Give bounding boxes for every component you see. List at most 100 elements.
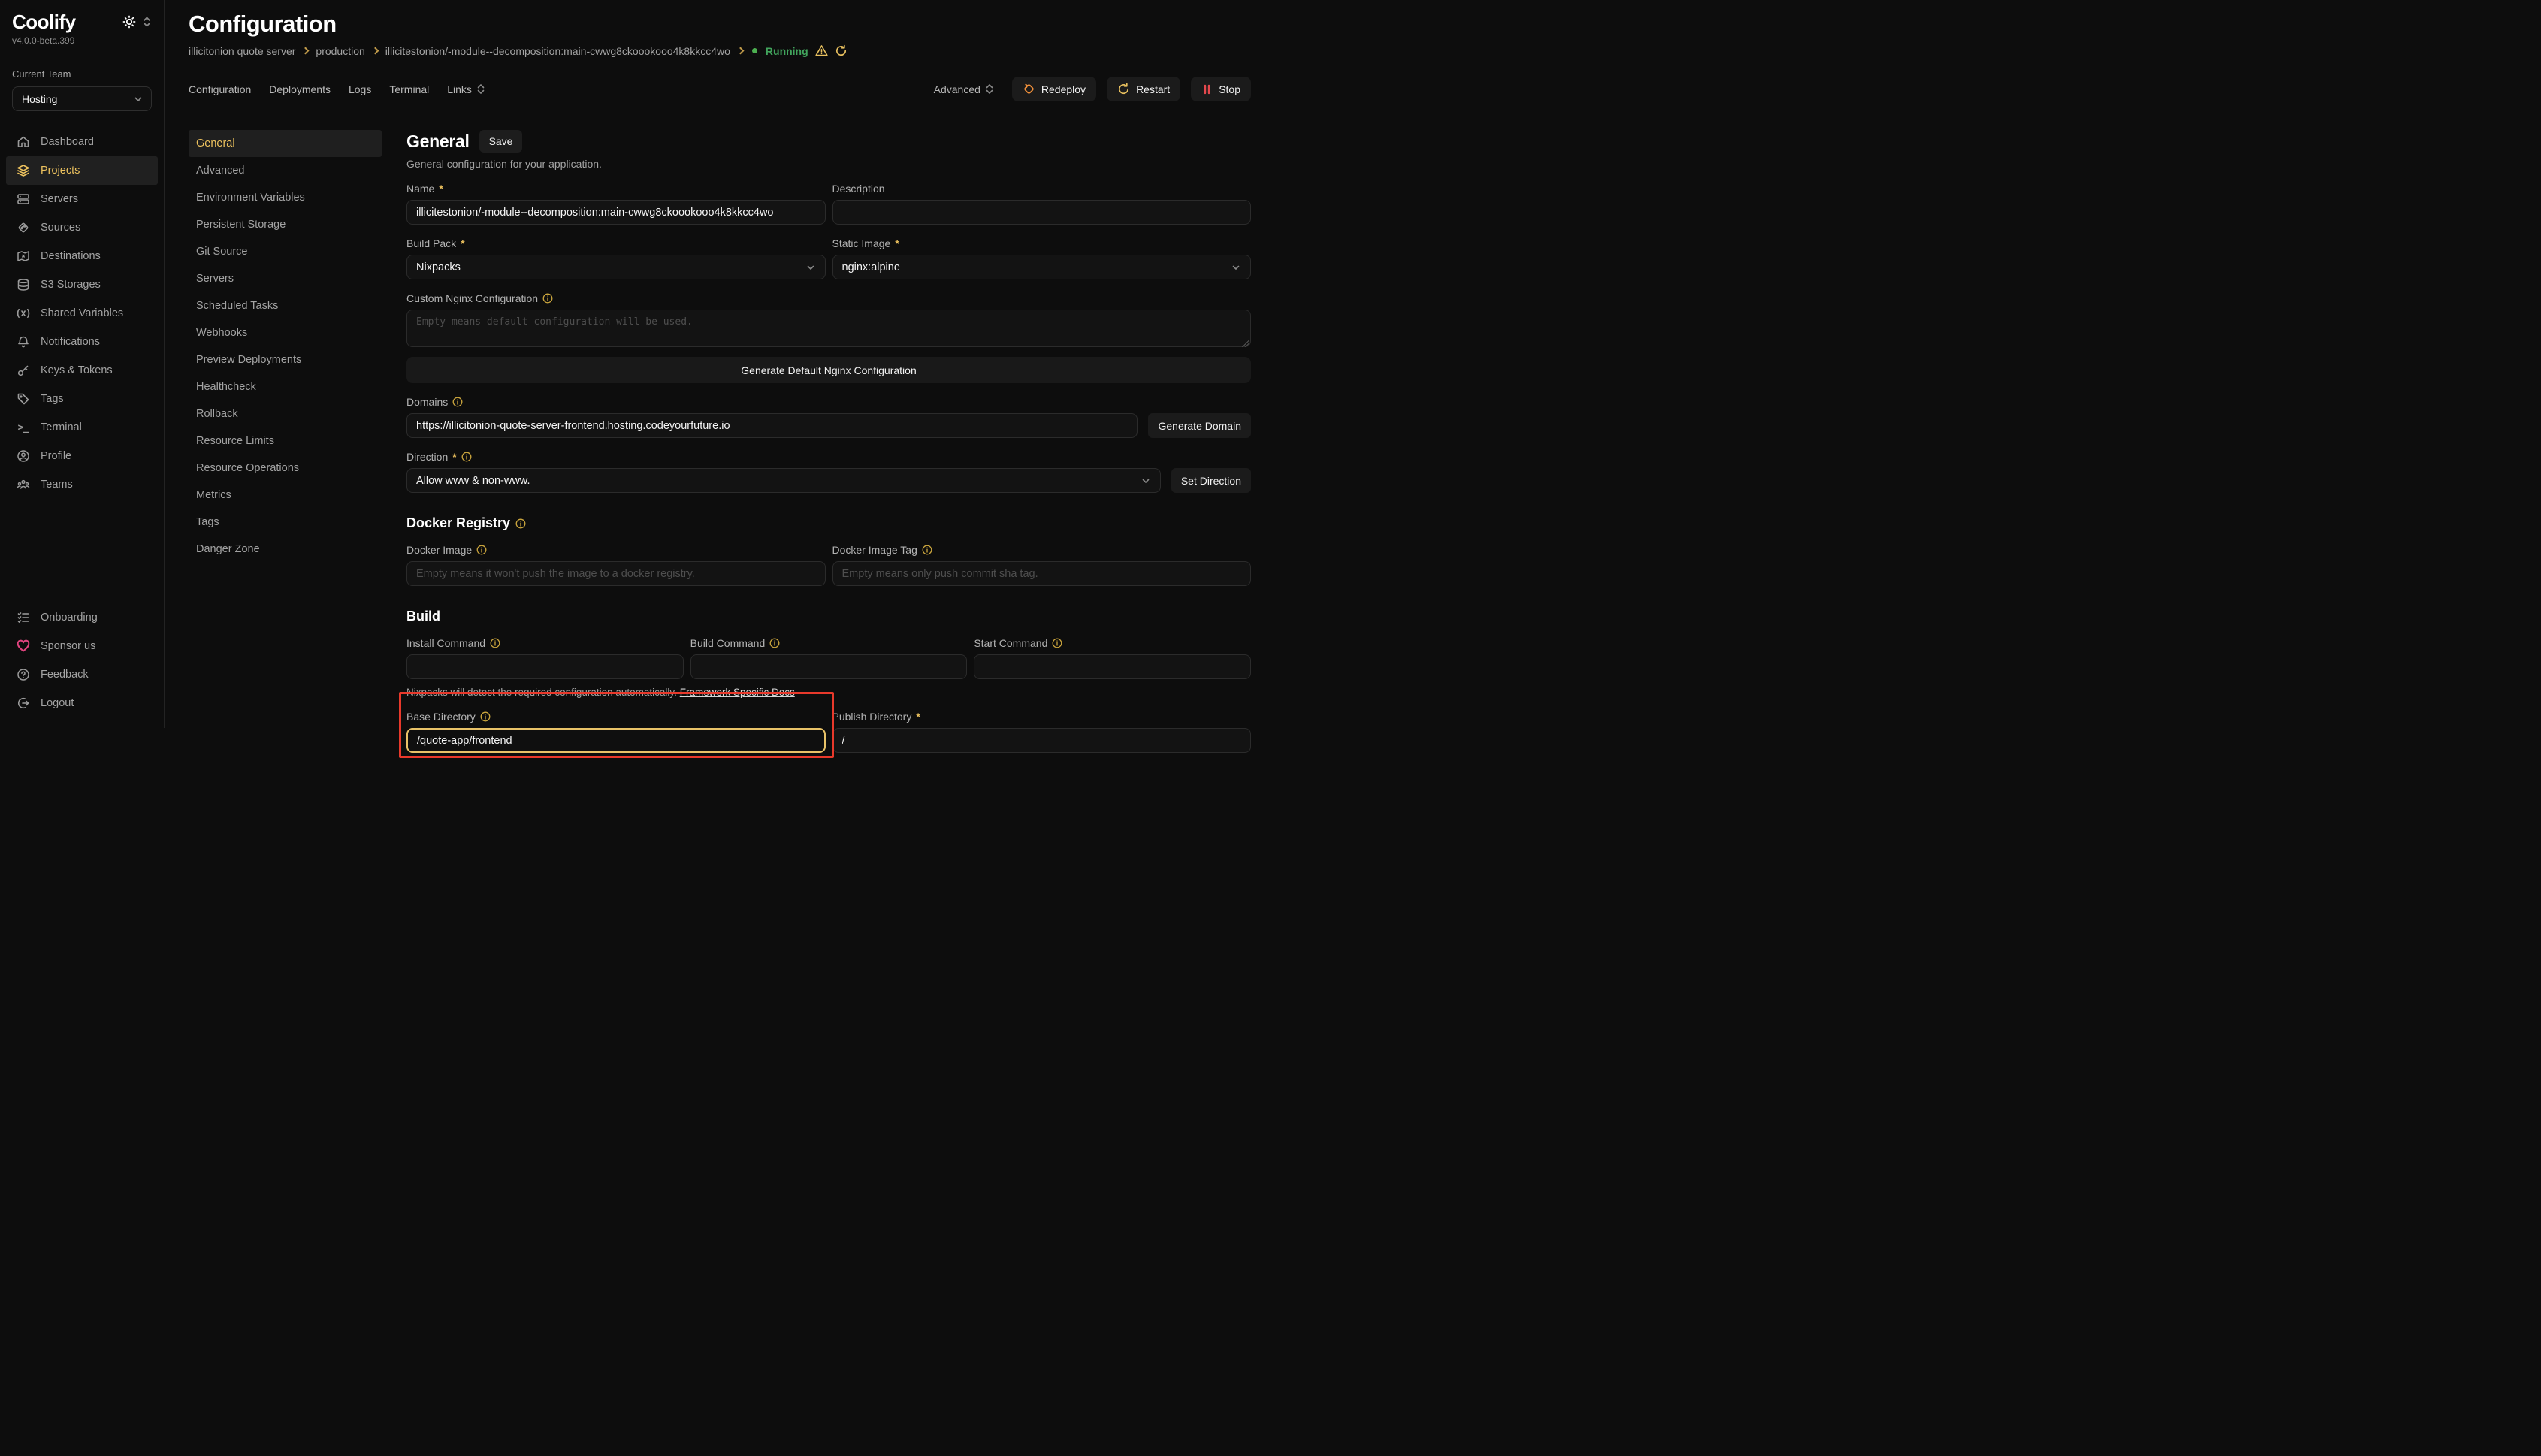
direction-select[interactable]: Allow www & non-www. [406,468,1161,493]
breadcrumb-resource[interactable]: illicitestonion/-module--decomposition:m… [385,45,730,57]
sidebar-item-sponsor[interactable]: Sponsor us [6,632,158,660]
redeploy-icon [1023,83,1035,95]
info-icon[interactable] [476,545,487,555]
resize-handle[interactable] [1242,340,1249,347]
info-icon[interactable] [452,397,463,407]
sidebar-item-profile[interactable]: Profile [6,442,158,470]
subnav-item-advanced[interactable]: Advanced [189,157,382,184]
warning-icon[interactable] [815,44,828,57]
sidebar-item-terminal[interactable]: >_ Terminal [6,413,158,442]
info-icon[interactable] [769,638,780,648]
sidebar-item-notifications[interactable]: Notifications [6,328,158,356]
subnav-item-rollback[interactable]: Rollback [189,400,382,427]
breadcrumb: illicitonion quote server production ill… [189,44,1251,57]
info-icon[interactable] [922,545,932,555]
install-command-label: Install Command [406,637,485,649]
info-icon[interactable] [515,518,526,529]
help-icon [16,668,30,682]
set-direction-button[interactable]: Set Direction [1171,468,1251,493]
sidebar-item-tags[interactable]: Tags [6,385,158,413]
breadcrumb-project[interactable]: illicitonion quote server [189,45,295,57]
info-icon[interactable] [542,293,553,304]
docker-image-tag-input[interactable] [832,561,1252,586]
sidebar-item-onboarding[interactable]: Onboarding [6,603,158,632]
tab-deployments[interactable]: Deployments [269,83,331,95]
git-source-icon [16,221,30,235]
info-icon[interactable] [490,638,500,648]
sidebar-item-label: Dashboard [41,136,94,148]
subnav-item-webhooks[interactable]: Webhooks [189,319,382,346]
build-pack-select[interactable]: Nixpacks [406,255,826,279]
custom-nginx-textarea[interactable] [406,310,1251,347]
restart-button[interactable]: Restart [1107,77,1180,101]
info-icon[interactable] [1052,638,1062,648]
framework-docs-link[interactable]: Framework Specific Docs [680,687,795,698]
tab-configuration[interactable]: Configuration [189,83,251,95]
domains-input[interactable] [406,413,1138,438]
subnav-item-general[interactable]: General [189,130,382,157]
subnav-item-environment-variables[interactable]: Environment Variables [189,184,382,211]
name-input[interactable] [406,200,826,225]
install-command-input[interactable] [406,654,684,679]
subnav-item-persistent-storage[interactable]: Persistent Storage [189,211,382,238]
subnav-item-preview-deployments[interactable]: Preview Deployments [189,346,382,373]
general-form: General Save General configuration for y… [406,130,1251,728]
sidebar-footer-nav: Onboarding Sponsor us Feedback Logout [0,603,164,717]
publish-directory-input[interactable] [832,728,1252,753]
chevron-right-icon [736,47,744,55]
info-icon[interactable] [480,711,491,722]
status-running-link[interactable]: Running [766,45,808,57]
sidebar-item-destinations[interactable]: Destinations [6,242,158,270]
description-input[interactable] [832,200,1252,225]
subnav-item-resource-limits[interactable]: Resource Limits [189,427,382,455]
sidebar-item-label: Destinations [41,250,101,262]
save-button[interactable]: Save [479,130,523,153]
sidebar-item-s3-storages[interactable]: S3 Storages [6,270,158,299]
theme-toggle-sun-icon[interactable] [122,15,136,29]
docker-image-input[interactable] [406,561,826,586]
checklist-icon [16,611,30,625]
tab-links[interactable]: Links [447,83,485,95]
sidebar-item-servers[interactable]: Servers [6,185,158,213]
build-command-input[interactable] [690,654,968,679]
sidebar-item-sources[interactable]: Sources [6,213,158,242]
subnav-item-servers[interactable]: Servers [189,265,382,292]
tab-logs[interactable]: Logs [349,83,371,95]
subnav-item-healthcheck[interactable]: Healthcheck [189,373,382,400]
subnav-item-git-source[interactable]: Git Source [189,238,382,265]
sidebar-item-label: Notifications [41,336,100,348]
terminal-icon: >_ [16,421,30,435]
sidebar-item-feedback[interactable]: Feedback [6,660,158,689]
sidebar-item-label: Shared Variables [41,307,123,319]
stop-button[interactable]: Stop [1191,77,1251,101]
app-logo[interactable]: Coolify [12,11,76,34]
refresh-icon[interactable] [835,44,848,57]
chevron-up-down-icon[interactable] [142,16,152,28]
breadcrumb-environment[interactable]: production [316,45,364,57]
heart-icon [16,639,30,654]
subnav-item-scheduled-tasks[interactable]: Scheduled Tasks [189,292,382,319]
team-select[interactable]: Hosting [12,86,152,111]
sidebar-item-dashboard[interactable]: Dashboard [6,128,158,156]
subnav-item-metrics[interactable]: Metrics [189,482,382,509]
sidebar-item-shared-variables[interactable]: (x) Shared Variables [6,299,158,328]
subnav-item-resource-operations[interactable]: Resource Operations [189,455,382,482]
sidebar-item-label: Profile [41,450,71,462]
sidebar-item-teams[interactable]: Teams [6,470,158,499]
subnav-item-danger-zone[interactable]: Danger Zone [189,536,382,563]
key-icon [16,364,30,378]
generate-nginx-button[interactable]: Generate Default Nginx Configuration [406,357,1251,383]
sidebar-item-logout[interactable]: Logout [6,689,158,717]
static-image-select[interactable]: nginx:alpine [832,255,1252,279]
start-command-input[interactable] [974,654,1251,679]
advanced-menu-button[interactable]: Advanced [934,83,994,95]
base-directory-input[interactable] [406,728,826,753]
sidebar-item-projects[interactable]: Projects [6,156,158,185]
info-icon[interactable] [461,452,472,462]
build-section-title: Build [406,609,1251,624]
generate-domain-button[interactable]: Generate Domain [1148,413,1251,438]
subnav-item-tags[interactable]: Tags [189,509,382,536]
sidebar-item-keys-tokens[interactable]: Keys & Tokens [6,356,158,385]
tab-terminal[interactable]: Terminal [389,83,429,95]
redeploy-button[interactable]: Redeploy [1012,77,1096,101]
